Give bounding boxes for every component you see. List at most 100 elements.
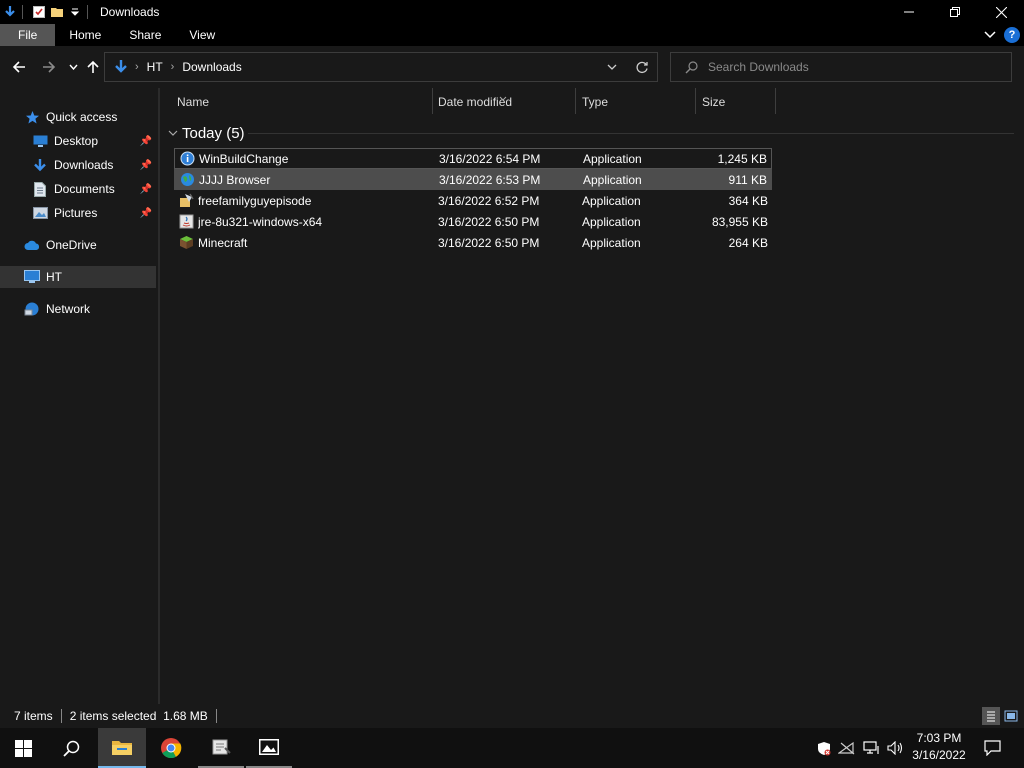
notifications-icon[interactable]	[978, 728, 1006, 768]
forward-button[interactable]	[40, 58, 58, 76]
taskbar-file-explorer[interactable]	[98, 728, 146, 768]
file-type: Application	[583, 172, 642, 187]
sidebar-item-label: HT	[46, 270, 62, 284]
search-box[interactable]: Search Downloads	[670, 52, 1012, 82]
file-size: 1,245 KB	[717, 151, 767, 166]
details-view-icon[interactable]	[982, 707, 1000, 725]
pin-icon[interactable]: 📌	[140, 184, 152, 195]
file-name: jre-8u321-windows-x64	[198, 214, 323, 229]
network-disconnected-icon[interactable]	[836, 728, 858, 768]
recent-locations-chevron-icon[interactable]	[64, 58, 82, 76]
divider	[22, 5, 23, 19]
globe-icon	[179, 172, 195, 188]
cloud-icon	[24, 237, 40, 253]
sidebar-item-label: Desktop	[54, 134, 99, 148]
restore-button[interactable]	[932, 0, 978, 24]
file-row-freefamilyguyepisode[interactable]: freefamilyguyepisode 3/16/2022 6:52 PM A…	[174, 190, 772, 211]
divider	[60, 709, 62, 723]
column-header-type[interactable]: Type	[582, 88, 690, 116]
quick-access-toolbar	[0, 0, 94, 24]
file-row-minecraft[interactable]: Minecraft 3/16/2022 6:50 PM Application …	[174, 232, 772, 253]
back-button[interactable]	[10, 58, 28, 76]
up-button[interactable]	[84, 58, 102, 76]
file-size: 264 KB	[728, 235, 768, 250]
sidebar-item-quick-access[interactable]: Quick access	[0, 106, 156, 128]
file-row-jjjj-browser[interactable]: JJJJ Browser 3/16/2022 6:53 PM Applicati…	[174, 169, 772, 190]
sidebar-item-onedrive[interactable]: OneDrive	[0, 234, 156, 256]
file-date: 3/16/2022 6:52 PM	[438, 193, 540, 208]
sidebar-item-ht[interactable]: HT	[0, 266, 156, 288]
new-folder-icon[interactable]	[49, 4, 65, 20]
start-button[interactable]	[0, 728, 46, 768]
file-row-jre-8u321-windows-x64[interactable]: jre-8u321-windows-x64 3/16/2022 6:50 PM …	[174, 211, 772, 232]
file-row-winbuildchange[interactable]: WinBuildChange 3/16/2022 6:54 PM Applica…	[174, 148, 772, 169]
collapse-chevron-icon[interactable]	[168, 130, 178, 136]
sidebar-item-desktop[interactable]: Desktop 📌	[0, 130, 156, 152]
properties-icon[interactable]	[31, 4, 47, 20]
breadcrumb-downloads[interactable]: Downloads	[182, 60, 241, 74]
column-divider[interactable]	[775, 88, 776, 114]
download-arrow-icon[interactable]	[2, 4, 18, 20]
ribbon-right-controls: ?	[984, 24, 1020, 46]
minimize-button[interactable]	[886, 0, 932, 24]
view-toggle	[982, 707, 1020, 725]
address-dropdown-chevron-icon[interactable]	[597, 53, 627, 81]
pane-divider[interactable]	[158, 88, 160, 704]
search-button[interactable]	[48, 728, 94, 768]
installer-icon	[178, 193, 194, 209]
display-network-icon[interactable]	[860, 728, 882, 768]
security-shield-icon[interactable]	[814, 728, 834, 768]
address-bar[interactable]: › HT › Downloads	[104, 52, 658, 82]
customize-dropdown-icon[interactable]	[67, 4, 83, 20]
download-arrow-icon	[111, 59, 131, 75]
taskbar-notepad-app[interactable]	[198, 728, 244, 768]
sidebar-item-network[interactable]: Network	[0, 298, 156, 320]
status-bar: 7 items 2 items selected 1.68 MB	[0, 704, 1024, 728]
refresh-icon[interactable]	[627, 53, 657, 81]
clock[interactable]: 7:03 PM 3/16/2022	[906, 730, 972, 766]
tab-file[interactable]: File	[0, 24, 56, 46]
address-bar-actions	[597, 53, 657, 81]
star-icon	[24, 109, 40, 125]
file-size: 83,955 KB	[711, 214, 768, 229]
file-name: freefamilyguyepisode	[198, 193, 312, 208]
volume-icon[interactable]	[884, 728, 906, 768]
search-input[interactable]: Search Downloads	[708, 60, 809, 74]
column-divider[interactable]	[432, 88, 433, 114]
sidebar-item-label: Network	[46, 302, 91, 316]
pin-icon[interactable]: 📌	[140, 136, 152, 147]
sidebar-item-label: Downloads	[54, 158, 114, 172]
sort-indicator-icon	[499, 90, 507, 104]
sidebar-item-pictures[interactable]: Pictures 📌	[0, 202, 156, 224]
group-header-today[interactable]: Today (5)	[168, 122, 245, 144]
sidebar-item-documents[interactable]: Documents 📌	[0, 178, 156, 200]
pictures-icon	[32, 205, 48, 221]
taskbar-photos-app[interactable]	[246, 728, 292, 768]
column-divider[interactable]	[695, 88, 696, 114]
expand-ribbon-chevron-icon[interactable]	[984, 28, 996, 42]
close-button[interactable]	[978, 0, 1024, 24]
taskbar-chrome[interactable]	[148, 728, 194, 768]
column-header-name[interactable]: Name	[177, 88, 427, 116]
ribbon-tabs: File Home Share View ?	[0, 24, 1024, 46]
large-icons-view-icon[interactable]	[1002, 707, 1020, 725]
download-arrow-icon	[32, 157, 48, 173]
tab-home[interactable]: Home	[55, 24, 115, 46]
sidebar-item-label: OneDrive	[46, 238, 97, 252]
file-date: 3/16/2022 6:50 PM	[438, 214, 540, 229]
file-type: Application	[582, 193, 641, 208]
desktop-icon	[32, 133, 48, 149]
column-header-size[interactable]: Size	[702, 88, 772, 116]
item-count: 7 items	[14, 709, 53, 723]
help-icon[interactable]: ?	[1004, 27, 1020, 43]
tab-share[interactable]: Share	[115, 24, 175, 46]
column-divider[interactable]	[575, 88, 576, 114]
clock-date: 3/16/2022	[912, 748, 966, 762]
pin-icon[interactable]: 📌	[140, 208, 152, 219]
breadcrumb-ht[interactable]: HT	[147, 60, 163, 74]
sidebar-item-downloads[interactable]: Downloads 📌	[0, 154, 156, 176]
tab-view[interactable]: View	[175, 24, 229, 46]
sidebar-item-label: Quick access	[46, 110, 118, 124]
pin-icon[interactable]: 📌	[140, 160, 152, 171]
sidebar-item-label: Documents	[54, 182, 115, 196]
